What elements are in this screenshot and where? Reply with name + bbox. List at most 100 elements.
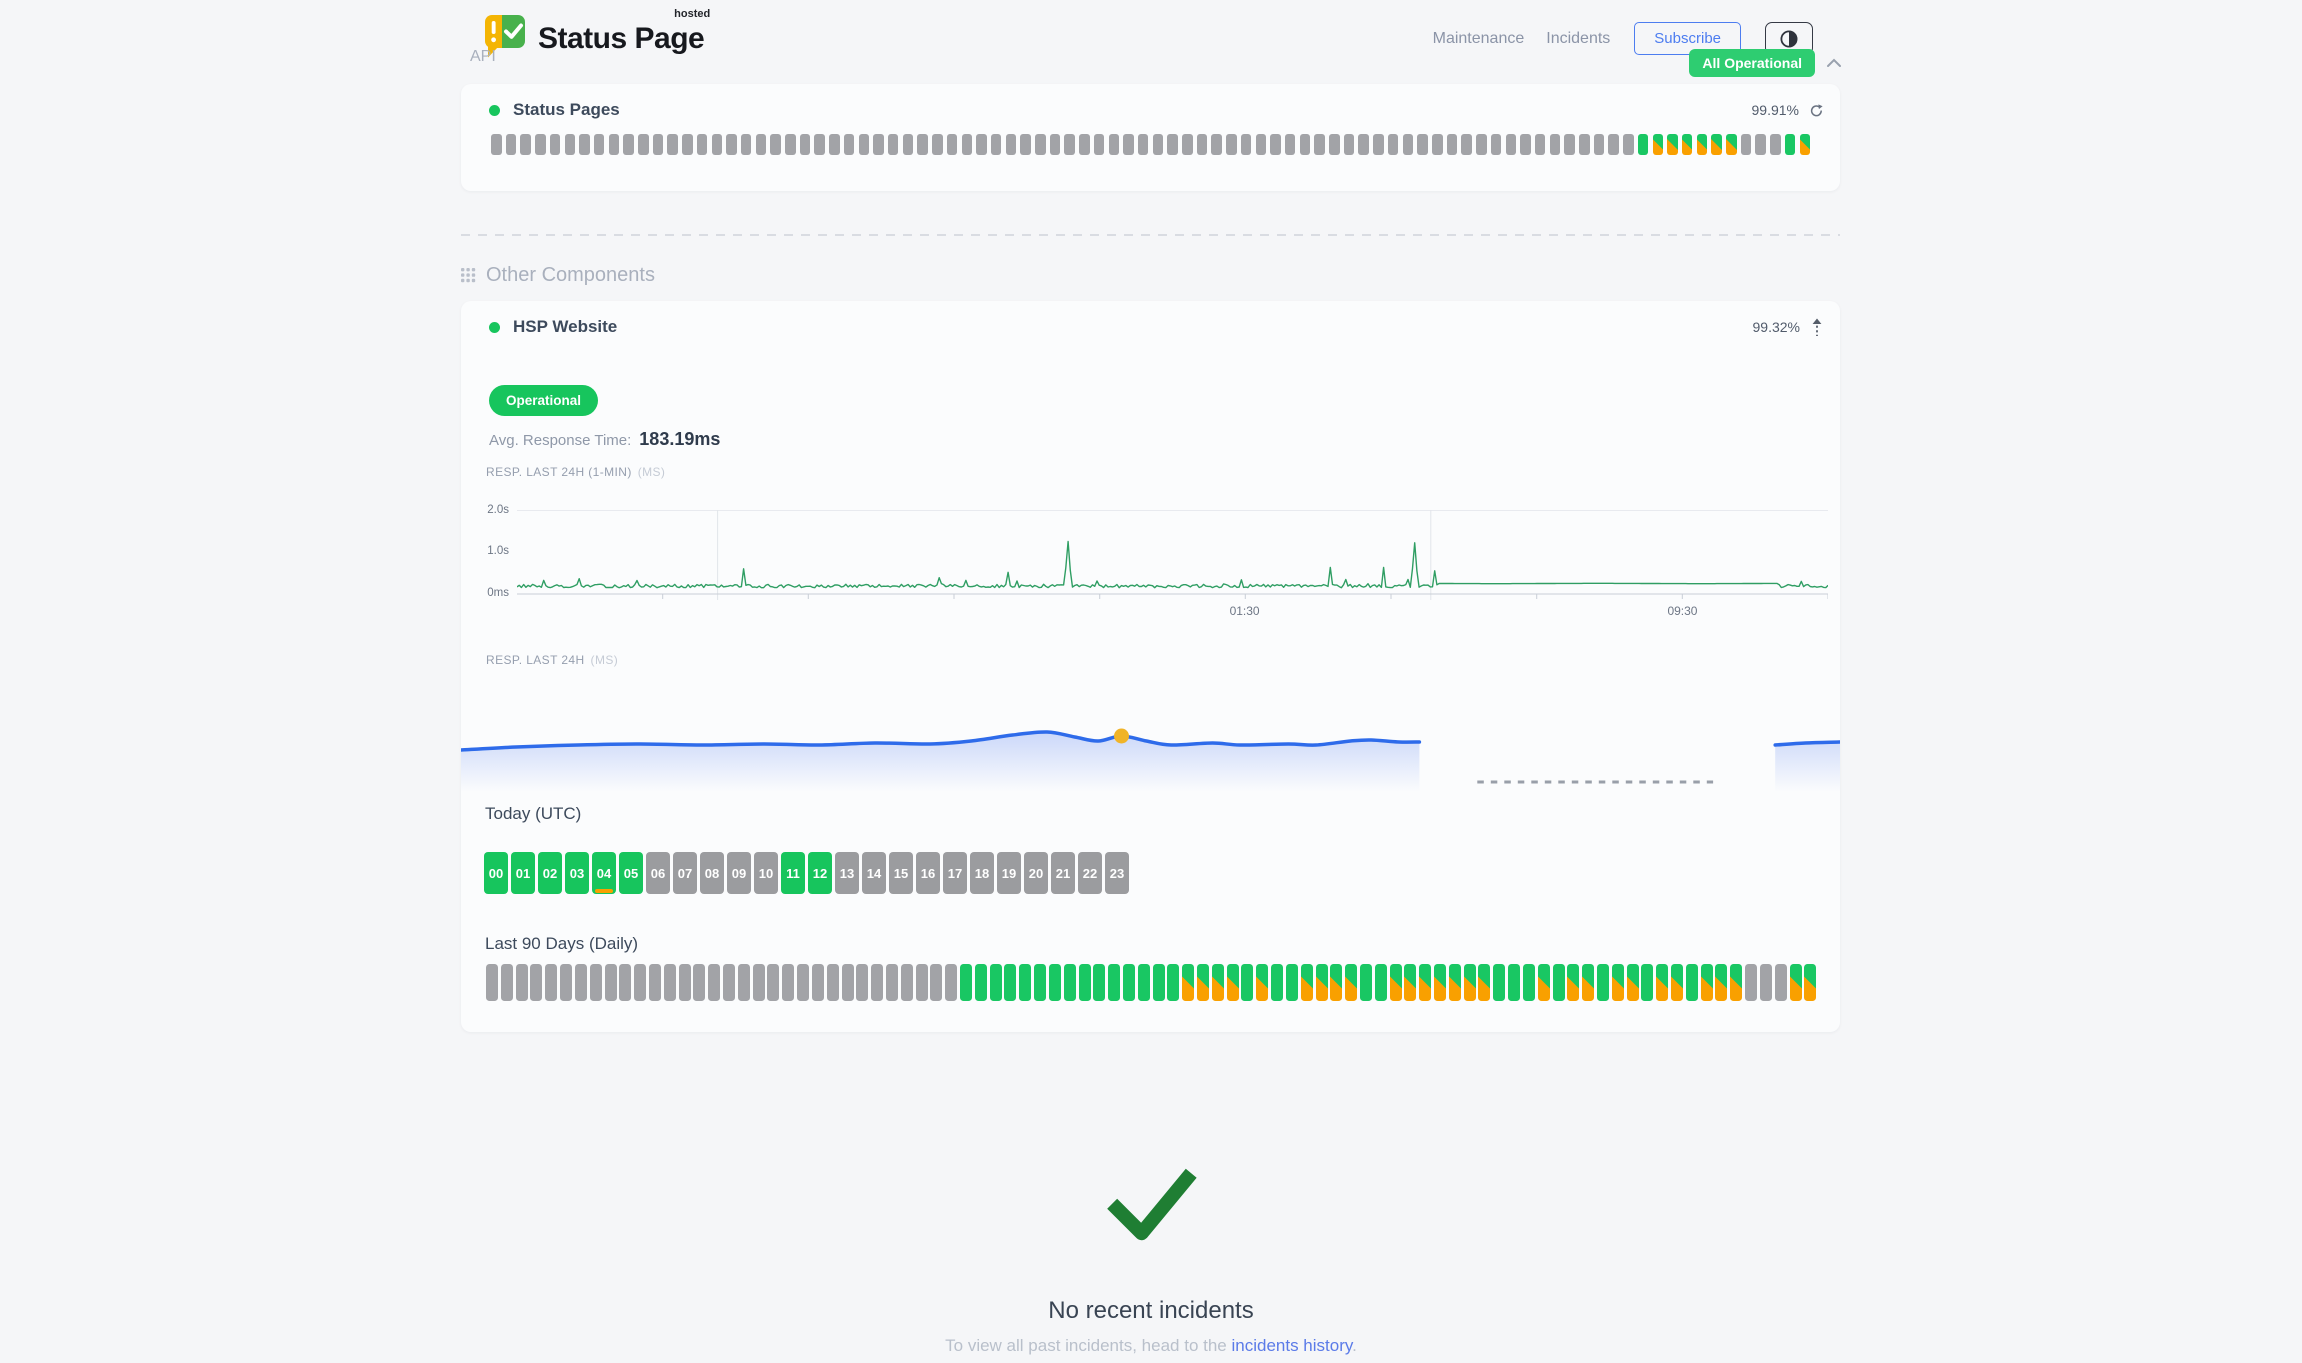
- chevron-up-icon[interactable]: [1826, 58, 1842, 68]
- day-bar: [1404, 964, 1416, 1001]
- uptime-bar: [785, 134, 796, 155]
- day-bar: [1256, 964, 1268, 1001]
- hour-block-19: 19: [997, 852, 1021, 894]
- uptime-bar: [1167, 134, 1178, 155]
- minute-chart-unit: (MS): [638, 465, 666, 479]
- brand[interactable]: hosted Status Page: [482, 12, 704, 58]
- trend-up-icon: [1810, 317, 1824, 337]
- uptime-bar: [947, 134, 958, 155]
- refresh-icon[interactable]: [1809, 103, 1824, 118]
- grid-icon: [461, 268, 476, 283]
- day-bar: [723, 964, 735, 1001]
- uptime-bar: [1608, 134, 1619, 155]
- hour-block-00: 00: [484, 852, 508, 894]
- uptime-bar: [1064, 134, 1075, 155]
- day-chart-label-text: RESP. LAST 24H: [486, 653, 585, 667]
- uptime-bar: [1800, 134, 1811, 155]
- day-bar: [1538, 964, 1550, 1001]
- day-chart-label: RESP. LAST 24H (MS): [486, 653, 618, 667]
- dashed-divider: [461, 234, 1840, 236]
- uptime-bar: [1432, 134, 1443, 155]
- uptime-bars-90d: [486, 964, 1817, 1001]
- uptime-bar: [609, 134, 620, 155]
- component-row-status-pages[interactable]: Status Pages 99.91%: [489, 100, 1824, 120]
- uptime-bar: [917, 134, 928, 155]
- day-bar: [1004, 964, 1016, 1001]
- day-bar: [1049, 964, 1061, 1001]
- day-bar: [664, 964, 676, 1001]
- today-title: Today (UTC): [485, 804, 581, 824]
- day-bar: [1064, 964, 1076, 1001]
- day-bar: [945, 964, 957, 1001]
- day-bar: [1464, 964, 1476, 1001]
- nav-link-maintenance[interactable]: Maintenance: [1433, 30, 1525, 48]
- day-bar: [827, 964, 839, 1001]
- day-bar: [560, 964, 572, 1001]
- uptime-bar: [932, 134, 943, 155]
- day-bar: [516, 964, 528, 1001]
- day-bar: [1167, 964, 1179, 1001]
- hour-block-23: 23: [1105, 852, 1129, 894]
- uptime-bar: [756, 134, 767, 155]
- header-nav-links: Maintenance Incidents: [1433, 30, 1611, 48]
- uptime-bar: [859, 134, 870, 155]
- uptime-bar: [888, 134, 899, 155]
- day-bar: [1390, 964, 1402, 1001]
- component-row-hsp-website[interactable]: HSP Website 99.32%: [489, 317, 1824, 337]
- uptime-bar: [873, 134, 884, 155]
- uptime-bar: [1138, 134, 1149, 155]
- day-bar: [767, 964, 779, 1001]
- uptime-bar: [1020, 134, 1031, 155]
- operational-status-pill: Operational: [489, 385, 598, 416]
- day-bar: [1360, 964, 1372, 1001]
- uptime-bar: [1006, 134, 1017, 155]
- incidents-history-link[interactable]: incidents history: [1231, 1336, 1352, 1355]
- day-bar: [856, 964, 868, 1001]
- day-bar: [693, 964, 705, 1001]
- uptime-bar: [1594, 134, 1605, 155]
- day-bar: [1286, 964, 1298, 1001]
- day-chart-unit: (MS): [591, 653, 619, 667]
- uptime-bar: [903, 134, 914, 155]
- uptime-bar: [565, 134, 576, 155]
- hour-block-06: 06: [646, 852, 670, 894]
- api-component-card: Status Pages 99.91%: [461, 84, 1840, 191]
- day-bar: [812, 964, 824, 1001]
- day-bar: [1375, 964, 1387, 1001]
- day-bar: [1627, 964, 1639, 1001]
- day-bar: [1701, 964, 1713, 1001]
- nav-link-incidents[interactable]: Incidents: [1546, 30, 1610, 48]
- uptime-bar: [1123, 134, 1134, 155]
- day-bar: [871, 964, 883, 1001]
- uptime-bar: [1550, 134, 1561, 155]
- hour-block-02: 02: [538, 852, 562, 894]
- no-incidents-subtitle: To view all past incidents, head to the …: [0, 1336, 2302, 1356]
- day-bar: [1745, 964, 1757, 1001]
- uptime-bar: [991, 134, 1002, 155]
- day-bar: [901, 964, 913, 1001]
- uptime-bar: [1711, 134, 1722, 155]
- uptime-bar: [1741, 134, 1752, 155]
- component-name: Status Pages: [513, 100, 620, 120]
- day-bar: [634, 964, 646, 1001]
- day-bar: [797, 964, 809, 1001]
- minute-chart: [517, 510, 1828, 602]
- day-bar: [1553, 964, 1565, 1001]
- uptime-bar: [1755, 134, 1766, 155]
- status-dot: [489, 322, 500, 333]
- uptime-bar: [1109, 134, 1120, 155]
- day-bar: [1730, 964, 1742, 1001]
- overall-status-badge[interactable]: All Operational: [1689, 49, 1815, 77]
- uptime-bar: [579, 134, 590, 155]
- day-bar: [1567, 964, 1579, 1001]
- day-bar: [1493, 964, 1505, 1001]
- uptime-bar: [1623, 134, 1634, 155]
- hour-block-04: 04: [592, 852, 616, 894]
- hour-block-12: 12: [808, 852, 832, 894]
- minute-chart-label-text: RESP. LAST 24H (1-MIN): [486, 465, 632, 479]
- uptime-bar: [829, 134, 840, 155]
- day-bar: [1108, 964, 1120, 1001]
- day-bar: [1612, 964, 1624, 1001]
- hour-block-03: 03: [565, 852, 589, 894]
- uptime-bar: [1153, 134, 1164, 155]
